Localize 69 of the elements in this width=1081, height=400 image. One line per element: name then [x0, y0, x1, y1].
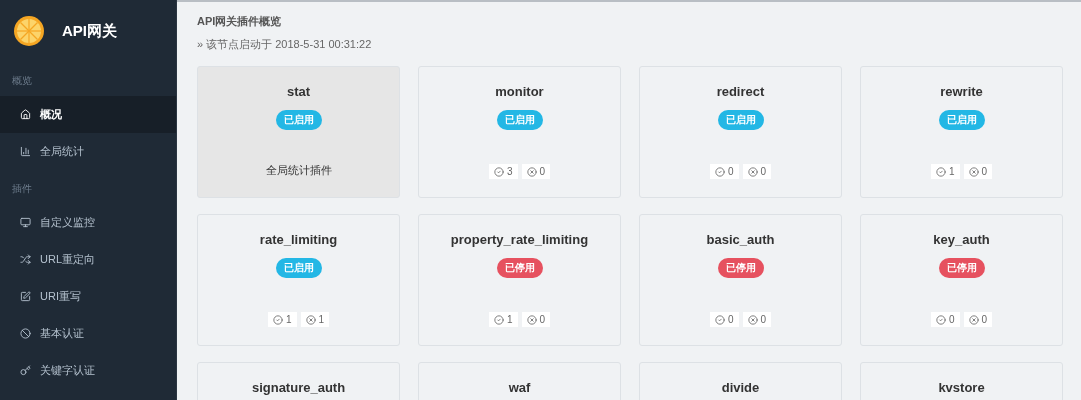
section-label: 插件 [11, 182, 33, 196]
check-icon [714, 166, 725, 177]
failure-count: 0 [521, 312, 551, 327]
failure-count: 0 [963, 312, 993, 327]
status-badge: 已启用 [275, 258, 322, 278]
failure-count: 0 [742, 164, 772, 179]
monitor-icon [20, 217, 31, 228]
plugin-name: signature_auth [251, 380, 346, 395]
shuffle-icon [20, 254, 31, 265]
close-icon [305, 314, 316, 325]
plugin-name: waf [508, 380, 531, 395]
status-badge: 已停用 [717, 258, 764, 278]
sidebar-item[interactable]: 关键字认证 [0, 352, 176, 389]
success-count: 3 [488, 164, 518, 179]
sidebar-item[interactable]: URL重定向 [0, 241, 176, 278]
home-icon [20, 109, 31, 120]
plugin-name: divide [721, 380, 760, 395]
plugin-name: rewrite [940, 84, 983, 99]
success-count: 1 [930, 164, 960, 179]
sidebar-item[interactable]: 基本认证 [0, 315, 176, 352]
status-badge: 已停用 [496, 258, 543, 278]
check-icon [493, 166, 504, 177]
close-icon [526, 314, 537, 325]
start-time: » 该节点启动于 2018-5-31 00:31:22 [197, 37, 373, 52]
close-icon [747, 314, 758, 325]
success-count: 0 [709, 312, 739, 327]
ban-icon [20, 328, 31, 339]
plugin-name: property_rate_limiting [450, 232, 589, 247]
bar-chart-icon [20, 146, 31, 157]
sidebar-item[interactable]: 全局统计 [0, 133, 176, 170]
plugin-name: basic_auth [706, 232, 775, 247]
failure-count: 0 [742, 312, 772, 327]
status-badge: 已启用 [275, 110, 322, 130]
app-title: API网关 [62, 21, 117, 41]
failure-count: 0 [521, 164, 551, 179]
key-icon [20, 365, 31, 376]
check-icon [714, 314, 725, 325]
close-icon [968, 166, 979, 177]
plugin-name: rate_limiting [259, 232, 338, 247]
status-badge: 已启用 [938, 110, 985, 130]
sidebar-item[interactable]: URI重写 [0, 278, 176, 315]
page-title: API网关插件概览 [197, 14, 283, 29]
check-icon [935, 314, 946, 325]
check-icon [935, 166, 946, 177]
plugin-description: 全局统计插件 [265, 163, 332, 178]
failure-count: 0 [963, 164, 993, 179]
close-icon [968, 314, 979, 325]
plugin-name: redirect [716, 84, 765, 99]
citrus-logo-icon [14, 16, 44, 46]
status-badge: 已停用 [938, 258, 985, 278]
success-count: 0 [709, 164, 739, 179]
status-badge: 已启用 [717, 110, 764, 130]
plugin-name: stat [286, 84, 311, 99]
success-count: 1 [267, 312, 297, 327]
plugin-name: monitor [495, 84, 544, 99]
sidebar-item[interactable]: 自定义监控 [0, 204, 176, 241]
sidebar-item[interactable]: 概况 [0, 96, 176, 133]
success-count: 0 [930, 312, 960, 327]
edit-icon [20, 291, 31, 302]
plugin-name: key_auth [933, 232, 990, 247]
plugin-name: kvstore [938, 380, 985, 395]
check-icon [493, 314, 504, 325]
close-icon [526, 166, 537, 177]
section-label: 概览 [11, 74, 33, 88]
success-count: 1 [488, 312, 518, 327]
close-icon [747, 166, 758, 177]
check-icon [272, 314, 283, 325]
status-badge: 已启用 [496, 110, 543, 130]
failure-count: 1 [300, 312, 330, 327]
